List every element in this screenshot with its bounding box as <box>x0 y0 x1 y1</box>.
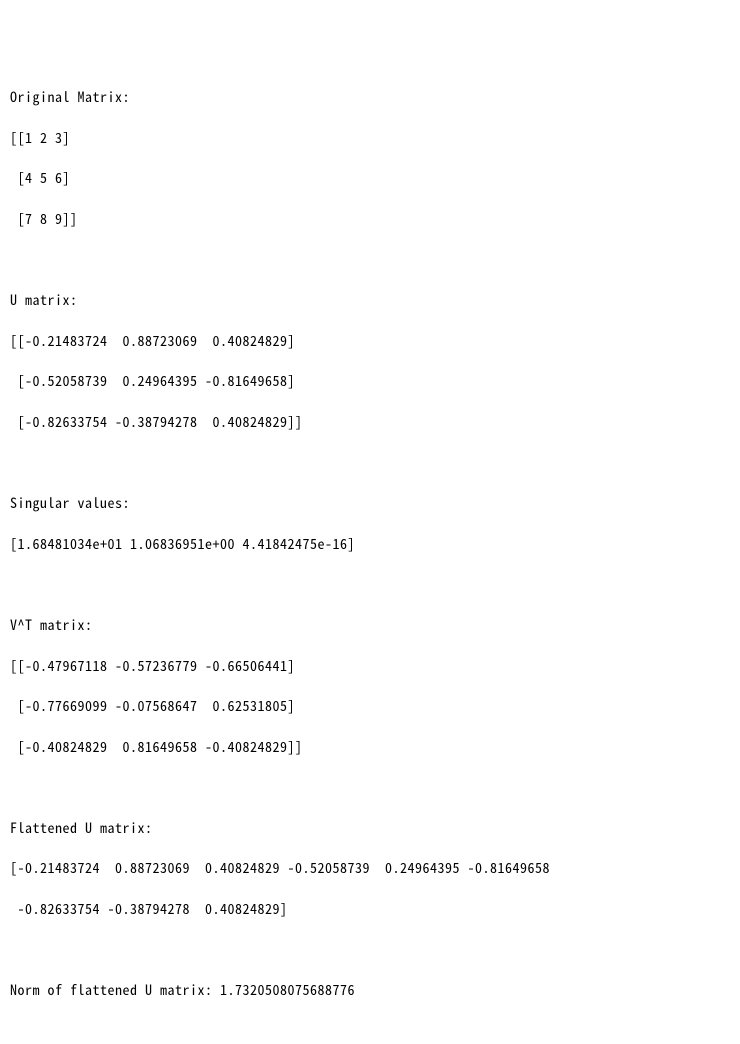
blank-line <box>10 250 730 270</box>
blank-line <box>10 453 730 473</box>
flattened-u-row: -0.82633754 -0.38794278 0.40824829] <box>10 899 730 919</box>
original-matrix-row: [[1 2 3] <box>10 128 730 148</box>
u-matrix-row: [-0.52058739 0.24964395 -0.81649658] <box>10 371 730 391</box>
vt-matrix-row: [-0.77669099 -0.07568647 0.62531805] <box>10 696 730 716</box>
original-matrix-row: [4 5 6] <box>10 168 730 188</box>
flattened-u-row: [-0.21483724 0.88723069 0.40824829 -0.52… <box>10 858 730 878</box>
norm-line: Norm of flattened U matrix: 1.7320508075… <box>10 980 730 1000</box>
singular-values-title: Singular values: <box>10 493 730 513</box>
singular-values-row: [1.68481034e+01 1.06836951e+00 4.4184247… <box>10 534 730 554</box>
original-matrix-row: [7 8 9]] <box>10 209 730 229</box>
vt-matrix-row: [[-0.47967118 -0.57236779 -0.66506441] <box>10 656 730 676</box>
u-matrix-title: U matrix: <box>10 290 730 310</box>
blank-line <box>10 777 730 797</box>
blank-line <box>10 574 730 594</box>
vt-matrix-row: [-0.40824829 0.81649658 -0.40824829]] <box>10 737 730 757</box>
blank-line <box>10 940 730 960</box>
vt-matrix-title: V^T matrix: <box>10 615 730 635</box>
u-matrix-row: [-0.82633754 -0.38794278 0.40824829]] <box>10 412 730 432</box>
original-matrix-title: Original Matrix: <box>10 87 730 107</box>
u-matrix-row: [[-0.21483724 0.88723069 0.40824829] <box>10 331 730 351</box>
flattened-u-title: Flattened U matrix: <box>10 818 730 838</box>
